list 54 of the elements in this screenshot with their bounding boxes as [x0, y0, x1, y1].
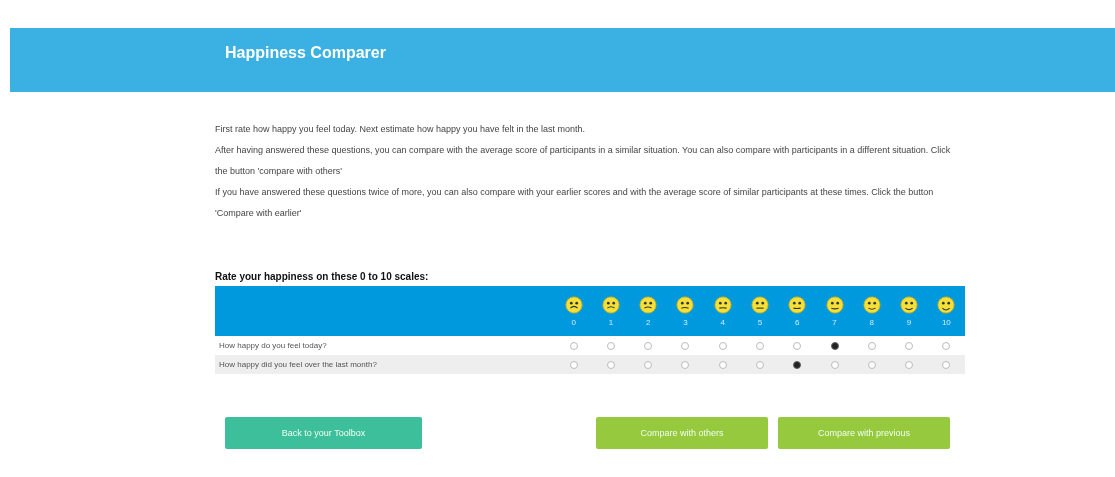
- smiley-icon: [825, 295, 844, 314]
- radio-button[interactable]: [830, 360, 839, 369]
- radio-button[interactable]: [942, 341, 951, 350]
- scale-number: 5: [757, 317, 763, 327]
- intro-paragraph: If you have answered these questions twice of more, you can also compare with your earlier scores and with the average score of similar participants at these times. Click the button 'Compare with earlier': [215, 186, 935, 220]
- smiley-icon: [788, 295, 807, 314]
- radio-button[interactable]: [756, 360, 764, 369]
- back-button[interactable]: Back to your Toolbox: [225, 417, 422, 449]
- compare-button[interactable]: Compare with others: [596, 417, 768, 449]
- scale-number: 6: [795, 317, 800, 327]
- radio-button[interactable]: [681, 360, 690, 369]
- radio-button[interactable]: [867, 341, 876, 350]
- radio-button[interactable]: [830, 341, 839, 350]
- smiley-icon: [713, 295, 732, 314]
- radio-button[interactable]: [644, 360, 653, 369]
- scale-number: 2: [645, 317, 651, 327]
- intro-paragraph: After having answered these questions, you can compare with the average score of participants in a similar situation. You can also compare with participants in a different situation. Click the button 'compare with others': [215, 144, 952, 178]
- radio-button[interactable]: [569, 341, 578, 350]
- smiley-icon: [937, 295, 956, 314]
- scale-number: 9: [906, 317, 912, 327]
- radio-button[interactable]: [681, 341, 690, 350]
- radio-button[interactable]: [644, 341, 653, 350]
- compare-button[interactable]: Compare with previous: [778, 417, 950, 449]
- smiley-icon: [639, 295, 658, 314]
- scale-number: 4: [720, 317, 725, 327]
- smiley-icon: [862, 295, 881, 314]
- scale-number: 7: [832, 317, 837, 327]
- page-title: Happiness Comparer: [225, 44, 386, 62]
- radio-button[interactable]: [905, 341, 914, 350]
- smiley-icon: [564, 295, 583, 314]
- scale-number: 10: [941, 317, 951, 327]
- scale-title: Rate your happiness on these 0 to 10 scales:: [215, 271, 430, 282]
- scale-number: 1: [608, 317, 614, 327]
- radio-button[interactable]: [867, 360, 876, 369]
- radio-button[interactable]: [718, 341, 727, 350]
- radio-button[interactable]: [606, 341, 615, 350]
- question-label: How happy do you feel today?: [218, 340, 328, 352]
- radio-button[interactable]: [569, 360, 578, 369]
- smiley-icon: [900, 295, 919, 314]
- radio-button[interactable]: [942, 360, 951, 369]
- smiley-icon: [601, 295, 620, 314]
- radio-button[interactable]: [793, 341, 802, 350]
- smiley-icon: [751, 295, 769, 314]
- radio-button[interactable]: [756, 341, 764, 350]
- radio-button[interactable]: [793, 360, 802, 369]
- smiley-icon: [676, 295, 695, 314]
- radio-button[interactable]: [718, 360, 727, 369]
- radio-button[interactable]: [606, 360, 615, 369]
- scale-number: 3: [683, 317, 688, 327]
- radio-button[interactable]: [905, 360, 914, 369]
- question-label: How happy did you feel over the last month?: [215, 355, 555, 374]
- scale-number: 8: [869, 317, 875, 327]
- intro-paragraph: First rate how happy you feel today. Next estimate how happy you have felt in the last month.: [215, 123, 587, 136]
- scale-number: 0: [571, 317, 576, 327]
